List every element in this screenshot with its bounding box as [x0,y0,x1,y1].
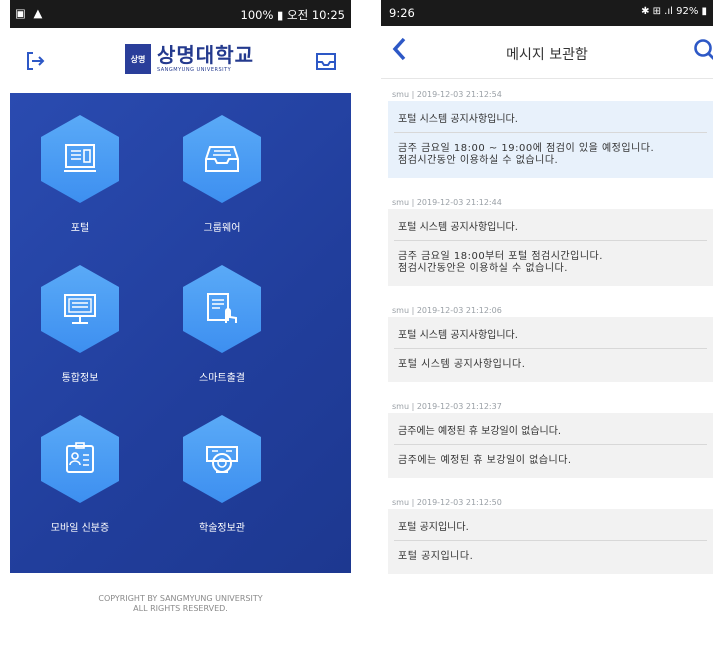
status-left-icons: ▣ ▲ [15,6,45,20]
menu-item-groupware[interactable]: 그룹웨어 [172,115,272,234]
menu-item-integrated-info[interactable]: 통합정보 [30,265,130,384]
message-item[interactable]: smu | 2019-12-03 21:12:37 금주에는 예정된 휴 보강일… [388,400,713,478]
message-title: 포털 시스템 공지사항입니다. [394,209,707,241]
logout-icon[interactable] [24,50,46,76]
copyright-line: COPYRIGHT BY SANGMYUNG UNIVERSITY [98,594,263,603]
logo-subtitle: SANGMYUNG UNIVERSITY [157,67,232,73]
message-card[interactable]: 금주에는 예정된 휴 보강일이 없습니다. 금주에는 예정된 휴 보강일이 없습… [388,413,713,478]
message-body: 금주 금요일 18:00부터 포털 점검시간입니다. 점검시간동안은 이용하실 … [398,251,603,274]
message-meta: smu | 2019-12-03 21:12:44 [392,198,502,207]
app-header: 상명 상명대학교 SANGMYUNG UNIVERSITY [10,28,351,93]
message-body: 포털 시스템 공지사항입니다. [398,359,526,370]
search-icon[interactable] [693,38,713,64]
inbox-icon [183,115,261,203]
message-meta: smu | 2019-12-03 21:12:37 [392,402,502,411]
copyright-footer: COPYRIGHT BY SANGMYUNG UNIVERSITY ALL RI… [10,594,351,614]
message-item[interactable]: smu | 2019-12-03 21:12:06 포털 시스템 공지사항입니다… [388,304,713,382]
message-meta: smu | 2019-12-03 21:12:50 [392,498,502,507]
message-box-icon[interactable] [315,50,337,76]
menu-label: 학술정보관 [199,523,245,534]
message-card[interactable]: 포털 시스템 공지사항입니다. 포털 시스템 공지사항입니다. [388,317,713,382]
touch-document-icon [183,265,261,353]
left-phone-screen: ▣ ▲ 100% ▮ 오전 10:25 상명 상명대학교 SANGMYUNG U… [10,0,351,653]
menu-item-portal[interactable]: 포털 [30,115,130,234]
page-title: 메시지 보관함 [506,47,588,63]
logo-mark: 상명 [125,44,151,74]
menu-label: 통합정보 [61,373,99,384]
message-item[interactable]: smu | 2019-12-03 21:12:50 포털 공지입니다. 포털 공… [388,496,713,574]
message-card[interactable]: 포털 공지입니다. 포털 공지입니다. [388,509,713,574]
logo-title: 상명대학교 [157,43,254,67]
menu-label: 그룹웨어 [203,223,241,234]
message-title: 포털 시스템 공지사항입니다. [394,317,707,349]
message-title: 포털 공지입니다. [394,509,707,541]
menu-item-library[interactable]: 학술정보관 [172,415,272,534]
university-logo: 상명 상명대학교 SANGMYUNG UNIVERSITY [125,44,254,74]
menu-item-mobile-id[interactable]: 모바일 신분증 [30,415,130,534]
message-card[interactable]: 포털 시스템 공지사항입니다. 금주 금요일 18:00부터 포털 점검시간입니… [388,209,713,286]
status-time: 9:26 [389,6,415,20]
menu-label: 포털 [70,223,90,234]
status-right-text: 100% ▮ 오전 10:25 [240,8,345,22]
library-icon [183,415,261,503]
copyright-line: ALL RIGHTS RESERVED. [133,604,228,613]
menu-item-smart-attendance[interactable]: 스마트출결 [172,265,272,384]
status-bar: ▣ ▲ 100% ▮ 오전 10:25 [10,0,351,28]
monitor-icon [41,265,119,353]
menu-label: 스마트출결 [199,373,245,384]
message-item[interactable]: smu | 2019-12-03 21:12:54 포털 시스템 공지사항입니다… [388,88,713,178]
message-item[interactable]: smu | 2019-12-03 21:12:44 포털 시스템 공지사항입니다… [388,196,713,286]
message-body: 금주 금요일 18:00 ~ 19:00에 점검이 있을 예정입니다. 점검시간… [398,143,655,166]
message-title: 포털 시스템 공지사항입니다. [394,101,707,133]
message-meta: smu | 2019-12-03 21:12:54 [392,90,502,99]
right-phone-screen: 9:26 ✱ ⊞ .ıl 92% ▮ 메시지 보관함 smu | 2019-12… [381,0,713,653]
portal-icon [41,115,119,203]
menu-label: 모바일 신분증 [50,523,110,534]
menu-panel: 포털 그룹웨어 통합정보 스마트출결 모바일 신분증 학술정보관 [10,93,351,573]
message-body: 포털 공지입니다. [398,551,474,562]
id-card-icon [41,415,119,503]
message-card[interactable]: 포털 시스템 공지사항입니다. 금주 금요일 18:00 ~ 19:00에 점검… [388,101,713,178]
message-meta: smu | 2019-12-03 21:12:06 [392,306,502,315]
nav-bar: 메시지 보관함 [381,26,713,79]
message-body: 금주에는 예정된 휴 보강일이 없습니다. [398,455,572,466]
status-bar: 9:26 ✱ ⊞ .ıl 92% ▮ [381,0,713,26]
message-list: smu | 2019-12-03 21:12:54 포털 시스템 공지사항입니다… [388,88,713,592]
message-title: 금주에는 예정된 휴 보강일이 없습니다. [394,413,707,445]
status-right-text: ✱ ⊞ .ıl 92% ▮ [641,6,707,17]
